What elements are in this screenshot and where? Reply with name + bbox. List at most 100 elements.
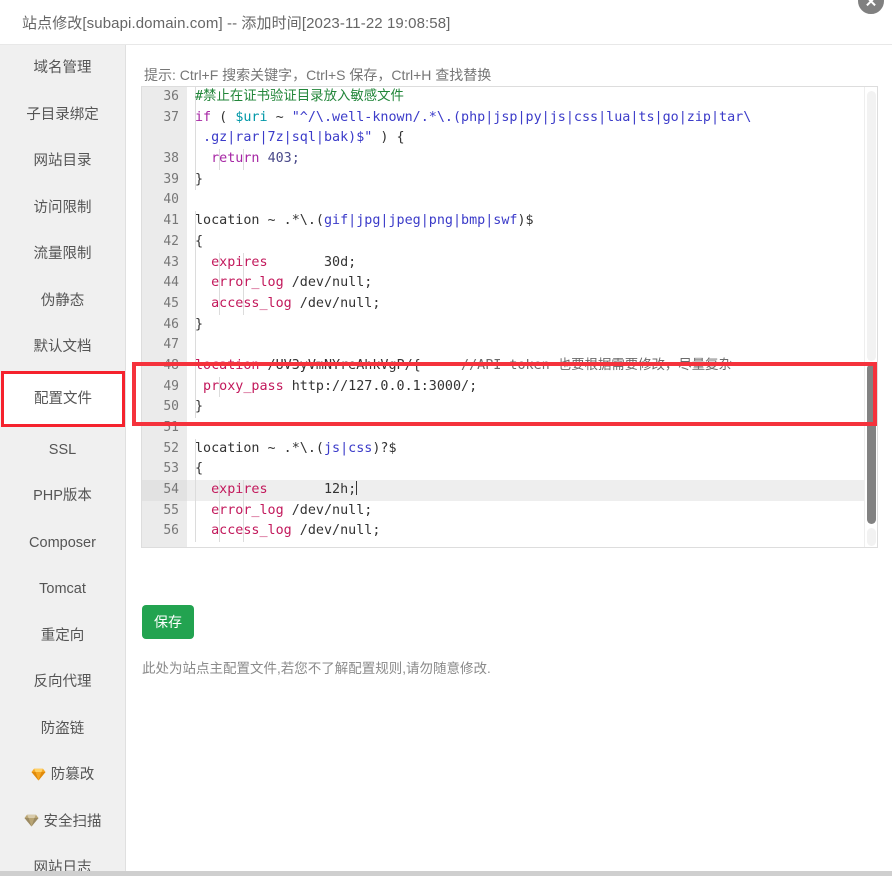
line-number: 40 bbox=[142, 190, 187, 212]
sidebar-item-label: 伪静态 bbox=[40, 292, 85, 309]
gem-icon bbox=[31, 768, 46, 781]
gem-icon-muted bbox=[24, 814, 39, 827]
sidebar-item-2[interactable]: 网站目录 bbox=[0, 138, 125, 185]
token-str: "^/\.well-known/.*\.(php|jsp|py|js|css|l… bbox=[291, 109, 752, 125]
token-pl: /dev/null; bbox=[291, 295, 381, 311]
code-line[interactable]: 49 proxy_pass http://127.0.0.1:3000/; bbox=[142, 376, 877, 398]
code-line[interactable]: 52 location ~ .*\.(js|css)?$ bbox=[142, 438, 877, 460]
code-text: access_log /dev/null; bbox=[195, 521, 380, 542]
line-number: 41 bbox=[142, 211, 187, 232]
sidebar-item-7[interactable]: 配置文件 bbox=[1, 370, 125, 427]
code-line[interactable]: · .gz|rar|7z|sql|bak)$" ) { bbox=[142, 128, 877, 150]
line-number: · bbox=[142, 128, 187, 150]
code-line[interactable]: 44 error_log /dev/null; bbox=[142, 273, 877, 294]
code-line[interactable]: 36 #禁止在证书验证目录放入敏感文件 bbox=[142, 87, 877, 108]
sidebar-item-14[interactable]: 防盗链 bbox=[0, 706, 125, 753]
code-line[interactable]: 54 expires 12h; bbox=[142, 480, 877, 501]
code-line[interactable]: 56 access_log /dev/null; bbox=[142, 521, 877, 543]
sidebar-item-0[interactable]: 域名管理 bbox=[0, 45, 125, 92]
close-icon[interactable] bbox=[856, 0, 886, 16]
code-text: return 403; bbox=[195, 149, 300, 170]
token-cmt: #禁止在证书验证目录放入敏感文件 bbox=[195, 89, 404, 104]
scrollbar-track-lower[interactable] bbox=[867, 528, 876, 546]
token-dir: error_log bbox=[195, 275, 284, 291]
save-button[interactable]: 保存 bbox=[142, 605, 194, 639]
token-cmt2: //API-token 也要根据需要修改，尽量复杂 bbox=[461, 357, 732, 373]
token-str: js|css bbox=[324, 440, 373, 456]
line-number: 54 bbox=[142, 480, 187, 501]
code-text: access_log /dev/null; bbox=[195, 294, 380, 315]
code-line[interactable]: 42 { bbox=[142, 231, 877, 253]
code-text: error_log /dev/null; bbox=[195, 501, 372, 522]
token-pl: 12h; bbox=[267, 482, 357, 498]
sidebar-item-8[interactable]: SSL bbox=[0, 427, 125, 474]
sidebar-item-6[interactable]: 默认文档 bbox=[0, 324, 125, 371]
sidebar-item-label: 重定向 bbox=[40, 627, 85, 644]
config-file-editor[interactable]: 36 #禁止在证书验证目录放入敏感文件 37 if ( $uri ~ "^/\.wel… bbox=[141, 86, 878, 548]
sidebar-item-16[interactable]: 安全扫描 bbox=[0, 799, 125, 846]
code-line[interactable]: 47 bbox=[142, 335, 877, 356]
code-line[interactable]: 37 if ( $uri ~ "^/\.well-known/.*\.(php|j… bbox=[142, 107, 877, 129]
editor-note: 此处为站点主配置文件,若您不了解配置规则,请勿随意修改. bbox=[142, 661, 491, 676]
token-pl: } bbox=[195, 316, 204, 332]
sidebar-item-12[interactable]: 重定向 bbox=[0, 613, 125, 660]
token-pl: ) { bbox=[372, 130, 405, 146]
sidebar: 域名管理 子目录绑定网站目录访问限制流量限制伪静态默认文档 配置文件 SSL PHP版本… bbox=[0, 45, 126, 876]
sidebar-item-label: 访问限制 bbox=[33, 199, 92, 216]
indent-guide bbox=[195, 335, 196, 356]
sidebar-item-1[interactable]: 子目录绑定 bbox=[0, 92, 125, 139]
line-number: 49 bbox=[142, 376, 187, 398]
code-line[interactable]: 48 location /UV3yVmNYreAhkVgP/{ //API-tok… bbox=[142, 355, 877, 377]
code-line[interactable]: 51 bbox=[142, 418, 877, 439]
line-number: 44 bbox=[142, 273, 187, 294]
sidebar-item-3[interactable]: 访问限制 bbox=[0, 185, 125, 232]
code-text: error_log /dev/null; bbox=[195, 273, 372, 294]
sidebar-item-15[interactable]: 防篡改 bbox=[0, 752, 125, 799]
editor-vertical-scrollbar[interactable] bbox=[864, 87, 877, 547]
sidebar-item-4[interactable]: 流量限制 bbox=[0, 231, 125, 278]
token-str: gif|jpg|jpeg|png|bmp|swf bbox=[324, 213, 518, 229]
line-number: 36 bbox=[142, 87, 187, 108]
code-text: if ( $uri ~ "^/\.well-known/.*\.(php|jsp… bbox=[195, 108, 751, 129]
sidebar-item-13[interactable]: 反向代理 bbox=[0, 659, 125, 706]
scrollbar-track-upper[interactable] bbox=[867, 91, 876, 361]
shortcut-hint: 提示: Ctrl+F 搜索关键字，Ctrl+S 保存，Ctrl+H 查找替换 bbox=[144, 67, 492, 83]
sidebar-item-label: 防盗链 bbox=[40, 720, 85, 737]
scrollbar-thumb[interactable] bbox=[867, 364, 876, 524]
code-line[interactable]: 41 location ~ .*\.(gif|jpg|jpeg|png|bmp|s… bbox=[142, 211, 877, 232]
line-number: 38 bbox=[142, 149, 187, 170]
code-line[interactable]: 55 error_log /dev/null; bbox=[142, 500, 877, 522]
token-pl: 30d; bbox=[267, 254, 357, 270]
code-line[interactable]: 45 access_log /dev/null; bbox=[142, 293, 877, 315]
token-pl: /dev/null; bbox=[283, 502, 373, 518]
sidebar-item-11[interactable]: Tomcat bbox=[0, 566, 125, 613]
token-var: $uri bbox=[235, 109, 268, 125]
line-number: 48 bbox=[142, 355, 187, 377]
token-dir: expires bbox=[195, 482, 268, 498]
token-kw: if bbox=[195, 109, 212, 125]
token-pl: { bbox=[195, 233, 204, 249]
code-line[interactable]: 46} bbox=[142, 314, 877, 336]
editor-code-area[interactable]: 36 #禁止在证书验证目录放入敏感文件 37 if ( $uri ~ "^/\.wel… bbox=[142, 87, 877, 547]
code-line[interactable]: 40 bbox=[142, 190, 877, 212]
site-edit-dialog: 站点修改[subapi.domain.com] -- 添加时间[2023-11-… bbox=[0, 0, 892, 876]
code-line[interactable]: 39} bbox=[142, 169, 877, 191]
sidebar-item-label: 安全扫描 bbox=[43, 813, 102, 830]
sidebar-item-9[interactable]: PHP版本 bbox=[0, 473, 125, 520]
code-text: #禁止在证书验证目录放入敏感文件 bbox=[195, 87, 404, 108]
token-num: 403; bbox=[267, 151, 300, 167]
sidebar-item-label: Tomcat bbox=[39, 581, 86, 597]
sidebar-item-label: 网站目录 bbox=[33, 153, 92, 169]
code-line[interactable]: 43 expires 30d; bbox=[142, 252, 877, 274]
token-pl: location ~ .*\.( bbox=[195, 213, 324, 229]
code-text: } bbox=[195, 315, 203, 336]
sidebar-item-10[interactable]: Composer bbox=[0, 520, 125, 567]
code-line[interactable]: 38 return 403; bbox=[142, 149, 877, 170]
sidebar-item-5[interactable]: 伪静态 bbox=[0, 278, 125, 325]
main-panel: 提示: Ctrl+F 搜索关键字，Ctrl+S 保存，Ctrl+H 查找替换 3… bbox=[127, 45, 892, 871]
token-kw: return bbox=[195, 151, 260, 167]
token-pl: { bbox=[195, 461, 204, 477]
code-line[interactable]: 53 { bbox=[142, 459, 877, 481]
code-line[interactable]: 50} bbox=[142, 397, 877, 418]
